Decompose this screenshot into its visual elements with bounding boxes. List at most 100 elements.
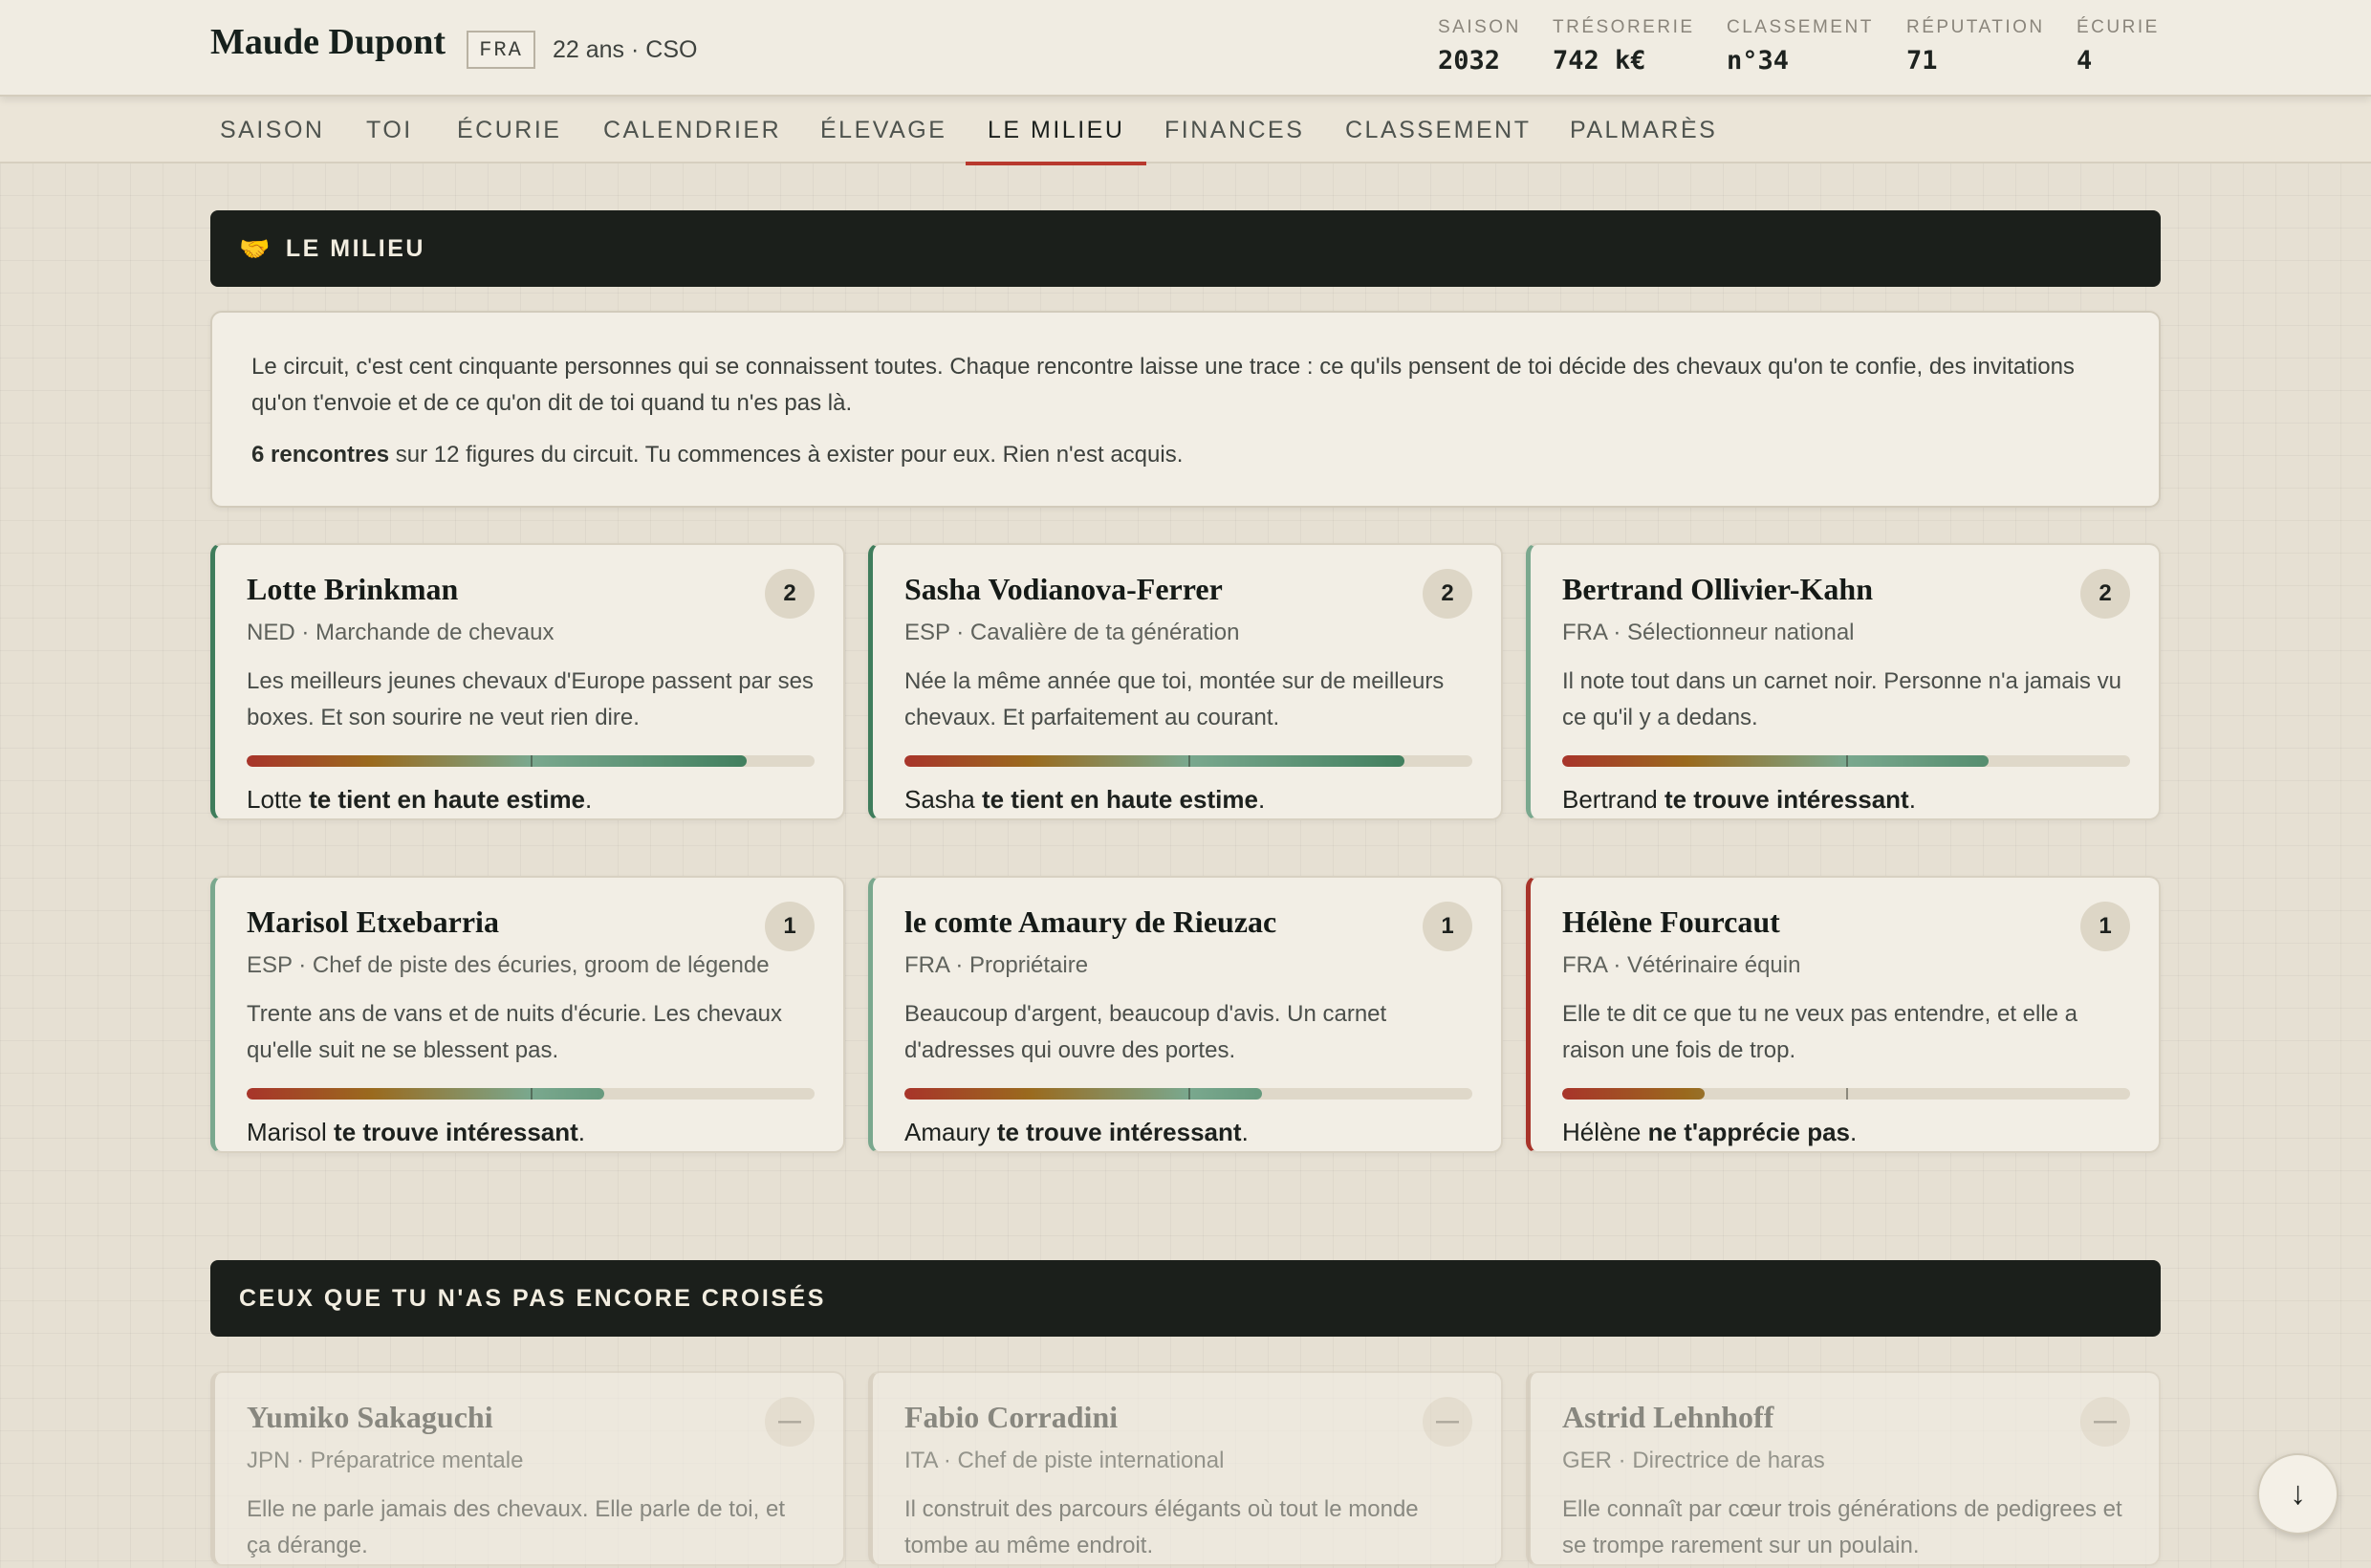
contact-description: Les meilleurs jeunes chevaux d'Europe pa… [247, 668, 814, 730]
verdict-end: . [1850, 1118, 1858, 1146]
tab-saison[interactable]: SAISON [198, 97, 346, 163]
stat-label: CLASSEMENT [1727, 17, 1874, 37]
verdict-name: Marisol [247, 1118, 327, 1146]
tab-finances[interactable]: FINANCES [1142, 97, 1326, 163]
intro-count: 6 rencontres sur 12 figures du circuit. … [251, 437, 2121, 473]
contact-name: Marisol Etxebarria [247, 904, 499, 939]
encounter-count-badge: 2 [1423, 569, 1472, 619]
contact-card[interactable]: Lotte Brinkman 2 NED · Marchande de chevau… [210, 543, 845, 820]
unmet-contact-card[interactable]: Astrid Lehnhoff — GER · Directrice de hara… [1526, 1371, 2161, 1566]
verdict-name: Bertrand [1562, 785, 1658, 814]
contact-description: Elle te dit ce que tu ne veux pas entend… [1562, 1001, 2078, 1063]
contact-role: ITA · Chef de piste international [904, 1448, 1225, 1473]
scroll-down-button[interactable]: ↓ [2257, 1453, 2338, 1535]
stat-saison: SAISON 2032 [1438, 17, 1521, 76]
stat-label: SAISON [1438, 17, 1521, 37]
unmet-contact-card[interactable]: Fabio Corradini — ITA · Chef de piste inte… [868, 1371, 1503, 1566]
stat-classement: CLASSEMENT n°34 [1727, 17, 1874, 76]
encounter-count-badge: — [1423, 1397, 1472, 1447]
tab-palmares[interactable]: PALMARÈS [1548, 97, 1739, 163]
verdict-text: te trouve intéressant [1664, 785, 1909, 814]
tab-le-milieu[interactable]: LE MILIEU [966, 97, 1147, 165]
verdict-text: te tient en haute estime [981, 785, 1258, 814]
contact-description: Elle ne parle jamais des chevaux. Elle p… [247, 1496, 785, 1558]
tab-classement[interactable]: CLASSEMENT [1323, 97, 1553, 163]
stat-label: TRÉSORERIE [1553, 17, 1695, 37]
contact-description: Née la même année que toi, montée sur de… [904, 668, 1445, 730]
tab-toi[interactable]: TOI [344, 97, 435, 163]
verdict-name: Hélène [1562, 1118, 1642, 1146]
verdict-end: . [577, 1118, 586, 1146]
opinion-bar [247, 1088, 815, 1100]
verdict-text: te trouve intéressant [334, 1118, 578, 1146]
opinion-bar [247, 755, 815, 767]
verdict-text: te tient en haute estime [309, 785, 586, 814]
opinion-bar-midpoint [1846, 755, 1848, 767]
contact-description: Elle connaît par cœur trois générations … [1562, 1496, 2122, 1558]
encounter-count-badge: 2 [2080, 569, 2130, 619]
player-name: Maude Dupont [210, 22, 446, 62]
opinion-verdict: Bertrand te trouve intéressant. [1562, 780, 2130, 818]
opinion-bar [1562, 1088, 2130, 1100]
contact-role: FRA · Sélectionneur national [1562, 620, 1855, 645]
contact-role: NED · Marchande de chevaux [247, 620, 555, 645]
section-title: LE MILIEU [285, 234, 425, 262]
opinion-bar-midpoint [531, 1088, 533, 1100]
contact-name: Hélène Fourcaut [1562, 904, 1780, 939]
stat-value: 2032 [1438, 46, 1501, 76]
verdict-name: Lotte [247, 785, 302, 814]
main-nav: SAISON TOI ÉCURIE CALENDRIER ÉLEVAGE LE … [0, 97, 2371, 165]
contact-card[interactable]: le comte Amaury de Rieuzac 1 FRA · Proprié… [868, 876, 1503, 1153]
intro-count-rest: sur 12 figures du circuit. Tu commences … [389, 442, 1184, 468]
contact-description: Beaucoup d'argent, beaucoup d'avis. Un c… [904, 1001, 1387, 1063]
opinion-verdict: Hélène ne t'apprécie pas. [1562, 1113, 2130, 1151]
top-header: Maude Dupont FRA 22 ans · CSO SAISON 203… [0, 0, 2371, 97]
encounter-count-badge: 1 [2080, 902, 2130, 951]
verdict-text: te trouve intéressant [996, 1118, 1242, 1146]
opinion-bar-midpoint [1188, 1088, 1190, 1100]
verdict-end: . [1241, 1118, 1249, 1146]
nationality-badge: FRA [467, 31, 535, 69]
contact-description: Il construit des parcours élégants où to… [904, 1496, 1419, 1558]
opinion-bar-midpoint [1188, 755, 1190, 767]
opinion-bar-fill [247, 1088, 605, 1100]
opinion-verdict: Amaury te trouve intéressant. [904, 1113, 1472, 1151]
stat-value: 71 [1906, 46, 1938, 76]
encounter-count-badge: 1 [765, 902, 815, 951]
contact-card[interactable]: Hélène Fourcaut 1 FRA · Vétérinaire équin E… [1526, 876, 2161, 1153]
unmet-contact-card[interactable]: Yumiko Sakaguchi — JPN · Préparatrice ment… [210, 1371, 845, 1566]
contact-role: ESP · Chef de piste des écuries, groom d… [247, 952, 770, 978]
verdict-end: . [1257, 785, 1266, 814]
arrow-down-icon: ↓ [2290, 1475, 2306, 1512]
stat-value: 4 [2077, 46, 2093, 76]
contact-role: ESP · Cavalière de ta génération [904, 620, 1240, 645]
contact-name: Yumiko Sakaguchi [247, 1400, 493, 1434]
opinion-verdict: Lotte te tient en haute estime. [247, 780, 815, 818]
contact-name: Fabio Corradini [904, 1400, 1119, 1434]
handshake-icon: 🤝 [239, 233, 272, 263]
encounter-count: 6 rencontres [251, 442, 390, 468]
section-header-unmet: CEUX QUE TU N'AS PAS ENCORE CROISÉS [210, 1260, 2161, 1337]
section-title: CEUX QUE TU N'AS PAS ENCORE CROISÉS [239, 1284, 826, 1312]
contact-card[interactable]: Marisol Etxebarria 1 ESP · Chef de piste d… [210, 876, 845, 1153]
contact-role: FRA · Vétérinaire équin [1562, 952, 1801, 978]
stat-ecurie: ÉCURIE 4 [2077, 17, 2160, 76]
contact-card[interactable]: Bertrand Ollivier-Kahn 2 FRA · Sélectionne… [1526, 543, 2161, 820]
contact-card[interactable]: Sasha Vodianova-Ferrer 2 ESP · Cavalière d… [868, 543, 1503, 820]
stat-tresorerie: TRÉSORERIE 742 k€ [1553, 17, 1695, 76]
tab-elevage[interactable]: ÉLEVAGE [798, 97, 968, 163]
verdict-name: Sasha [904, 785, 975, 814]
section-header-milieu: 🤝 LE MILIEU [210, 210, 2161, 287]
opinion-bar-fill [904, 1088, 1263, 1100]
encounter-count-badge: 1 [1423, 902, 1472, 951]
verdict-name: Amaury [904, 1118, 990, 1146]
tab-calendrier[interactable]: CALENDRIER [581, 97, 803, 163]
opinion-bar-midpoint [531, 755, 533, 767]
opinion-bar-fill [904, 755, 1404, 767]
stat-reputation: RÉPUTATION 71 [1906, 17, 2045, 76]
stat-label: ÉCURIE [2077, 17, 2160, 37]
tab-ecurie[interactable]: ÉCURIE [435, 97, 583, 163]
verdict-end: . [1908, 785, 1916, 814]
encounter-count-badge: — [765, 1397, 815, 1447]
contact-role: GER · Directrice de haras [1562, 1448, 1825, 1473]
